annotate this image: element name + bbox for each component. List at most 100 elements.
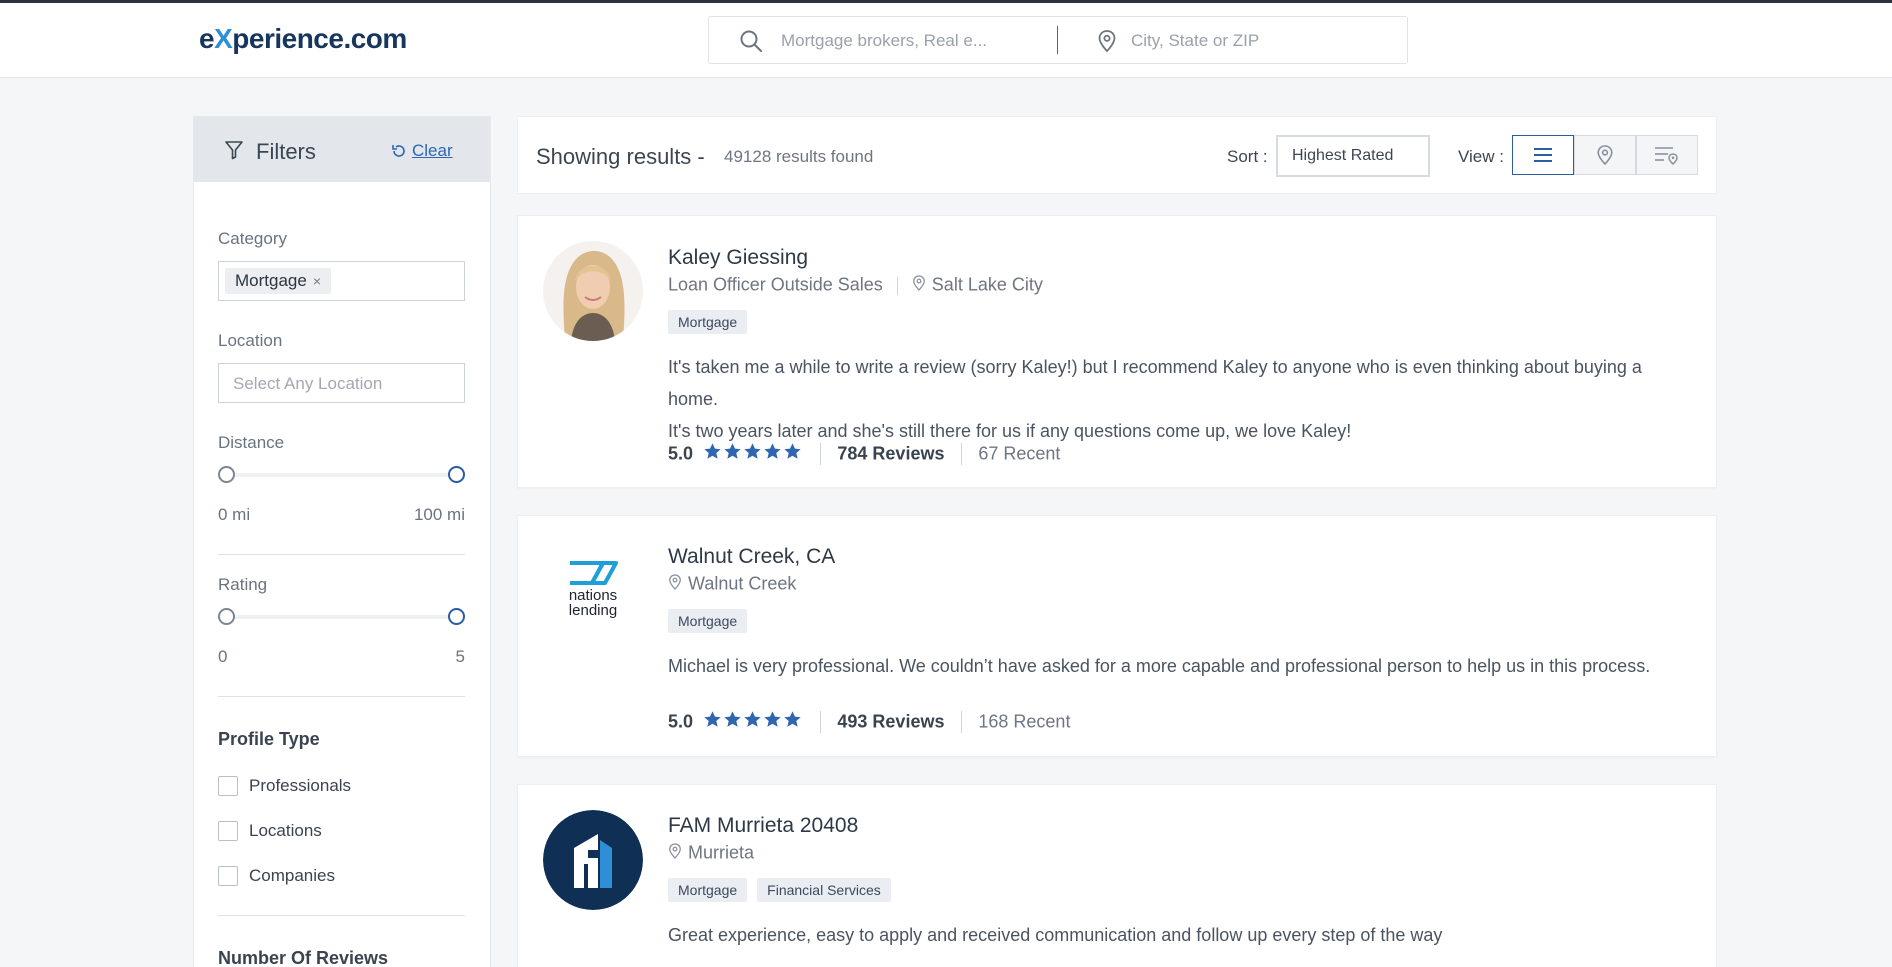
clear-filters-link[interactable]: Clear [412,141,453,161]
company-logo[interactable]: nations lending [543,541,643,641]
category-select[interactable]: Mortgage × [218,261,465,301]
filters-header: Filters Clear [194,117,490,182]
review-text: It's taken me a while to write a review … [668,351,1688,447]
rating-max-handle[interactable] [448,608,465,625]
rating-min-value: 0 [218,647,228,666]
list-view-button[interactable] [1512,135,1574,175]
category-tag: Mortgage [668,310,748,334]
chip-remove-icon[interactable]: × [313,273,321,289]
avatar[interactable] [543,241,643,341]
star-icon [784,443,802,459]
tag-list: Mortgage [668,609,757,633]
rating-min-handle[interactable] [218,608,235,625]
rating-label: Rating [218,575,268,594]
site-logo[interactable]: eXperience.com [199,23,407,55]
checkbox[interactable] [218,866,238,886]
rating-summary: 5.0 493 Reviews 168 Recent [668,710,1070,736]
divider [218,696,465,697]
location-pin-icon [668,573,682,596]
rating-summary: 5.0 784 Reviews 67 Recent [668,442,1060,468]
filter-icon [224,140,244,165]
map-pin-icon [1597,145,1613,166]
tag-list: Mortgage [668,310,757,334]
profile-title: Loan Officer Outside Sales [668,274,883,295]
location-input[interactable] [1131,29,1381,53]
checkbox-label: Companies [249,866,335,885]
profile-subtitle: Walnut Creek [668,573,796,596]
star-icon [744,443,762,459]
svg-text:lending: lending [569,602,617,619]
category-chip: Mortgage × [225,268,332,294]
location-pin-icon [912,274,926,297]
star-icon [764,711,782,727]
profile-name[interactable]: Walnut Creek, CA [668,545,835,569]
sort-select[interactable]: Highest Rated [1276,135,1430,177]
rating-slider[interactable] [218,607,465,627]
distance-slider[interactable] [218,465,465,485]
search-divider [1057,26,1058,54]
location-select-placeholder: Select Any Location [233,374,383,393]
search-input[interactable] [781,29,1051,53]
distance-range: 0 mi 100 mi [218,505,465,525]
map-view-button[interactable] [1574,135,1636,175]
search-bar [708,16,1408,64]
category-tag: Mortgage [668,609,748,633]
location-pin-icon [1097,29,1117,58]
review-count[interactable]: 784 Reviews [837,444,944,464]
distance-label: Distance [218,433,285,452]
star-icon [704,443,722,459]
sort-label: Sort : [1227,147,1268,166]
distance-min-handle[interactable] [218,466,235,483]
filters-sidebar: Filters Clear Category Mortgage × Locatio… [193,116,491,967]
results-title: Showing results - [536,144,705,169]
rating-score: 5.0 [668,443,694,464]
star-rating [703,442,803,466]
profile-subtitle: Murrieta [668,842,754,865]
profile-name[interactable]: Kaley Giessing [668,246,808,270]
results-header: Showing results - 49128 results found So… [517,116,1717,194]
profile-name[interactable]: FAM Murrieta 20408 [668,814,858,838]
recent-count: 67 Recent [978,443,1061,464]
review-line: It's taken me a while to write a review … [668,357,1642,409]
checkbox[interactable] [218,821,238,841]
review-text: Michael is very professional. We couldn’… [668,650,1688,682]
result-card[interactable]: FAM Murrieta 20408 Murrieta Mortgage Fina… [517,784,1717,967]
profile-location: Walnut Creek [688,573,797,594]
checkbox[interactable] [218,776,238,796]
rating-score: 5.0 [668,711,694,732]
result-card[interactable]: nations lending Walnut Creek, CA Walnut … [517,515,1717,757]
distance-max-value: 100 mi [413,505,465,524]
rating-max-value: 5 [455,647,465,666]
results-count: 49128 results found [724,147,874,166]
category-tag: Financial Services [757,878,891,902]
list-map-view-button[interactable] [1636,135,1698,175]
location-select[interactable]: Select Any Location [218,363,465,403]
location-pin-icon [668,842,682,865]
profile-location: Murrieta [688,842,755,863]
review-count[interactable]: 493 Reviews [837,712,944,732]
distance-max-handle[interactable] [448,466,465,483]
star-icon [724,443,742,459]
star-icon [724,711,742,727]
review-line: Great experience, easy to apply and rece… [668,925,1443,945]
category-label: Category [218,229,287,248]
reset-icon[interactable] [391,143,407,164]
profile-type-title: Profile Type [218,729,320,749]
search-icon [739,29,763,58]
tag-list: Mortgage Financial Services [668,878,901,902]
category-tag: Mortgage [668,878,748,902]
number-of-reviews-title: Number Of Reviews [218,948,389,967]
checkbox-label: Locations [249,821,322,840]
star-icon [784,711,802,727]
list-map-icon [1655,147,1678,165]
star-rating [703,710,803,734]
company-logo[interactable] [543,810,643,910]
location-label: Location [218,331,283,350]
result-card[interactable]: Kaley Giessing Loan Officer Outside Sale… [517,215,1717,488]
star-icon [764,443,782,459]
distance-slider-track [226,473,457,477]
checkbox-label: Professionals [249,776,352,795]
distance-min-value: 0 mi [218,505,251,524]
review-text: Great experience, easy to apply and rece… [668,919,1688,951]
filters-title: Filters [256,139,316,164]
